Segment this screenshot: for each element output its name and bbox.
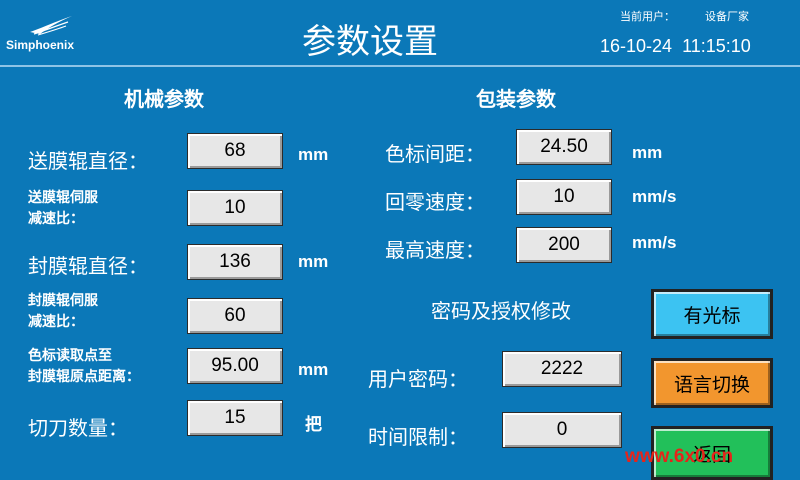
cursor-toggle-button[interactable]: 有光标 [651,289,773,339]
mark-distance-label-line1: 色标读取点至 [28,348,112,364]
mark-distance-unit: mm [298,360,329,379]
user-password-input[interactable]: 2222 [502,351,622,387]
mechanical-section-title: 机械参数 [124,87,204,111]
packaging-section-title: 包装参数 [476,87,556,111]
cutter-count-label: 切刀数量： [28,416,128,440]
seal-servo-ratio-input[interactable]: 60 [187,298,283,334]
feed-roller-diameter-input[interactable]: 68 [187,133,283,169]
max-speed-input[interactable]: 200 [516,227,612,263]
home-speed-input[interactable]: 10 [516,179,612,215]
feed-servo-ratio-label-line1: 送膜辊伺服 [28,190,98,206]
password-section-title: 密码及授权修改 [431,299,571,323]
seal-servo-ratio-label-line2: 减速比： [28,314,84,330]
brand-name: Simphoenix [6,38,75,52]
feed-servo-ratio-label: 送膜辊伺服 减速比： [28,188,98,230]
seal-roller-diameter-label: 封膜辊直径： [28,254,148,278]
feed-servo-ratio-input[interactable]: 10 [187,190,283,226]
feed-roller-diameter-label: 送膜辊直径： [28,149,148,173]
feed-servo-ratio-label-line2: 减速比： [28,211,84,227]
seal-servo-ratio-label: 封膜辊伺服 减速比： [28,291,98,333]
language-switch-button[interactable]: 语言切换 [651,358,773,408]
mark-spacing-unit: mm [632,143,663,162]
feed-roller-diameter-unit: mm [298,145,329,164]
seal-servo-ratio-label-line1: 封膜辊伺服 [28,293,98,309]
home-speed-label: 回零速度： [385,190,485,214]
mark-distance-label-line2: 封膜辊原点距离： [28,369,140,385]
header-divider [0,65,800,67]
max-speed-label: 最高速度： [385,238,485,262]
mark-spacing-input[interactable]: 24.50 [516,129,612,165]
home-speed-unit: mm/s [632,187,677,206]
time-text: 11:15:10 [682,36,751,56]
current-user-label: 当前用户： [620,10,675,23]
seal-roller-diameter-unit: mm [298,252,329,271]
seal-roller-diameter-input[interactable]: 136 [187,244,283,280]
cutter-count-unit: 把 [305,415,322,434]
watermark-text: www.6x0.cn [625,446,734,467]
mark-distance-input[interactable]: 95.00 [187,348,283,384]
user-password-label: 用户密码： [368,367,468,391]
page-title: 参数设置 [302,22,438,62]
mark-distance-label: 色标读取点至 封膜辊原点距离： [28,346,140,388]
date-text: 16-10-24 [600,36,673,56]
datetime-display: 16-10-24 11:15:10 [600,36,751,57]
mark-spacing-label: 色标间距： [385,142,485,166]
max-speed-unit: mm/s [632,233,677,252]
bird-logo-icon [30,16,72,36]
time-limit-input[interactable]: 0 [502,412,622,448]
time-limit-label: 时间限制： [368,425,468,449]
brand-logo: Simphoenix [6,14,121,54]
header-bar: Simphoenix 参数设置 当前用户： 设备厂家 16-10-24 11:1… [0,0,800,65]
hmi-screen: Simphoenix 参数设置 当前用户： 设备厂家 16-10-24 11:1… [0,0,800,480]
cutter-count-input[interactable]: 15 [187,400,283,436]
current-user-value: 设备厂家 [705,10,749,23]
